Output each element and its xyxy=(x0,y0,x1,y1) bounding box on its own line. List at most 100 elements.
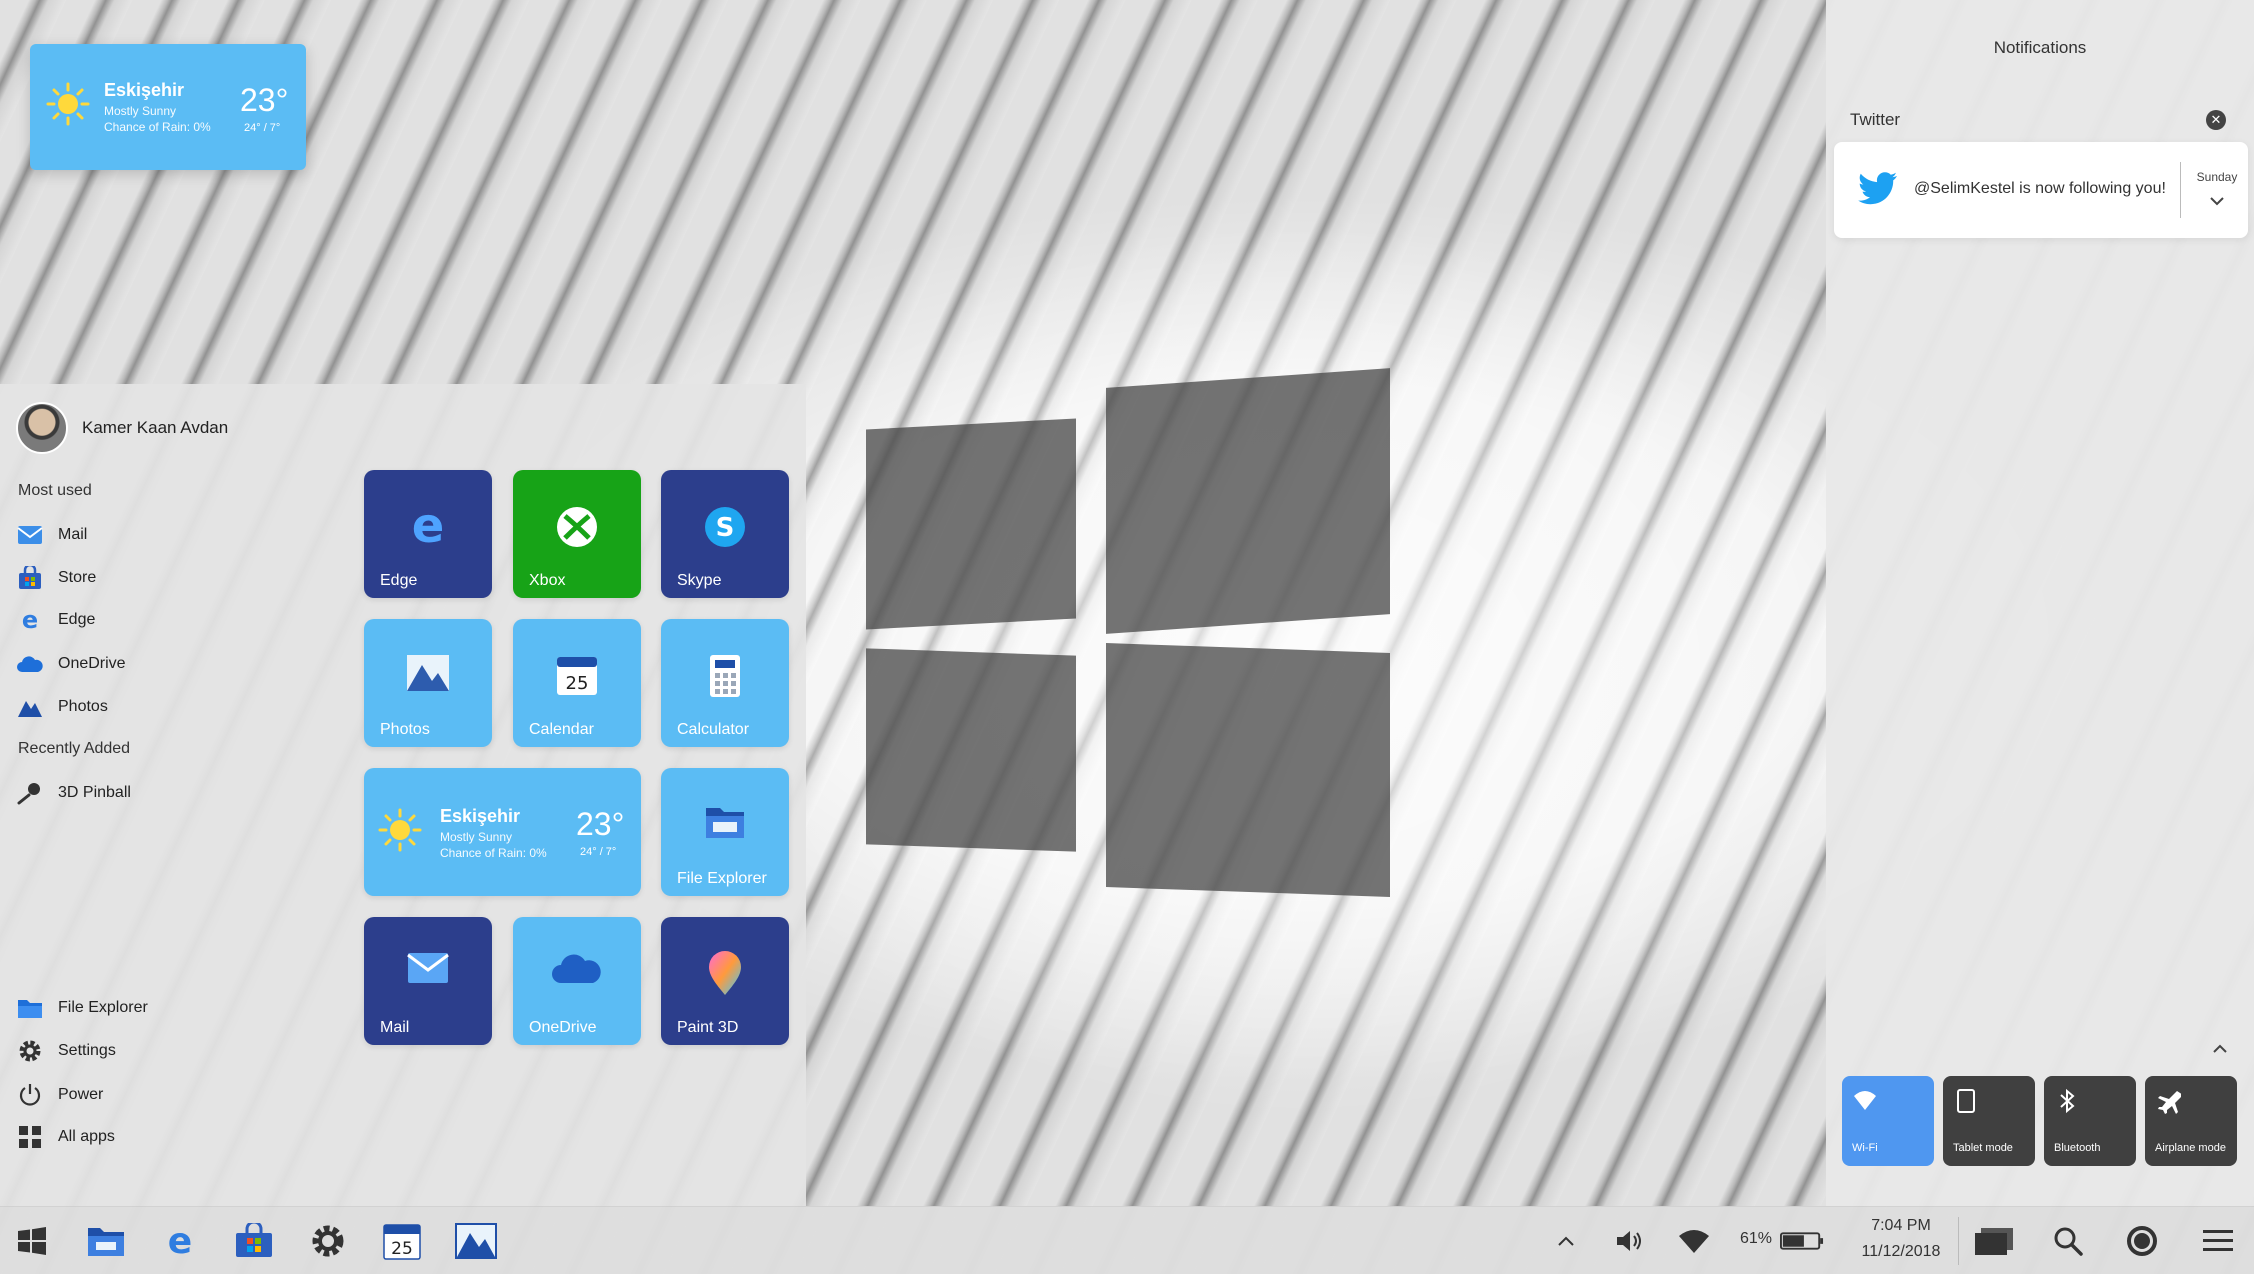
divider xyxy=(1958,1217,1959,1265)
folder-icon xyxy=(88,1228,124,1256)
list-item-photos[interactable]: Photos xyxy=(16,692,316,722)
weather-rain: Chance of Rain: 0% xyxy=(104,120,211,134)
weather-condition: Mostly Sunny xyxy=(104,104,177,118)
tile-label: OneDrive xyxy=(529,1019,597,1036)
chevron-down-icon[interactable] xyxy=(2208,192,2226,210)
onedrive-icon xyxy=(16,651,44,677)
list-item-label: Store xyxy=(58,569,97,586)
notification-text: @SelimKestel is now following you! xyxy=(1914,180,2166,197)
list-item-label: All apps xyxy=(58,1128,115,1145)
list-item-all-apps[interactable]: All apps xyxy=(16,1122,316,1152)
tile-paint-3d[interactable]: Paint 3D xyxy=(661,917,789,1045)
tile-skype[interactable]: S Skype xyxy=(661,470,789,598)
weather-city: Eskişehir xyxy=(440,806,521,826)
gear-icon xyxy=(312,1225,344,1257)
cortana-icon xyxy=(2127,1226,2157,1256)
list-item-label: Photos xyxy=(58,698,108,715)
notification-day: Sunday xyxy=(2196,170,2238,184)
desktop-weather-widget[interactable]: Eskişehir Mostly Sunny Chance of Rain: 0… xyxy=(30,44,306,170)
notification-card[interactable]: @SelimKestel is now following you! Sunda… xyxy=(1834,142,2248,238)
clock-date[interactable]: 11/12/2018 xyxy=(1856,1243,1946,1261)
clock-time[interactable]: 7:04 PM xyxy=(1856,1217,1946,1235)
cortana-button[interactable] xyxy=(2120,1219,2164,1263)
tile-calendar[interactable]: 25 Calendar xyxy=(513,619,641,747)
tile-mail[interactable]: Mail xyxy=(364,917,492,1045)
recently-added-heading: Recently Added xyxy=(18,740,131,757)
close-icon[interactable]: ✕ xyxy=(2206,110,2226,130)
quick-action-airplane-mode[interactable]: Airplane mode xyxy=(2145,1076,2237,1166)
tile-label: Calendar xyxy=(529,721,594,738)
list-item-label: Edge xyxy=(58,611,96,628)
svg-text:S: S xyxy=(716,513,735,543)
list-item-store[interactable]: Store xyxy=(16,563,316,593)
grid-icon xyxy=(16,1124,44,1150)
folder-icon xyxy=(16,995,44,1021)
quick-action-tablet-mode[interactable]: Tablet mode xyxy=(1943,1076,2035,1166)
tile-edge[interactable]: e Edge xyxy=(364,470,492,598)
most-used-heading: Most used xyxy=(18,482,92,499)
tile-xbox[interactable]: Xbox xyxy=(513,470,641,598)
tray-overflow-button[interactable] xyxy=(1544,1219,1588,1263)
taskbar-edge[interactable]: e xyxy=(158,1219,202,1263)
task-view-button[interactable] xyxy=(1972,1219,2016,1263)
divider xyxy=(2180,162,2181,218)
start-menu: Kamer Kaan Avdan Most used Mail Store e … xyxy=(0,384,806,1206)
tile-label: Xbox xyxy=(529,572,566,589)
svg-text:e: e xyxy=(168,1223,192,1259)
mail-icon xyxy=(364,951,492,985)
battery-percentage: 61% xyxy=(1740,1230,1773,1247)
tile-weather[interactable]: Eskişehir Mostly Sunny Chance of Rain: 0… xyxy=(364,768,641,896)
edge-icon: e xyxy=(364,504,492,550)
svg-text:e: e xyxy=(412,504,445,550)
tile-calculator[interactable]: Calculator xyxy=(661,619,789,747)
tile-photos[interactable]: Photos xyxy=(364,619,492,747)
list-item-file-explorer[interactable]: File Explorer xyxy=(16,993,316,1023)
wifi-icon xyxy=(1679,1230,1709,1253)
list-item-mail[interactable]: Mail xyxy=(16,520,316,550)
network-button[interactable] xyxy=(1672,1219,1716,1263)
airplane-icon xyxy=(2158,1091,2181,1114)
svg-text:e: e xyxy=(22,608,38,632)
list-item-label: File Explorer xyxy=(58,999,148,1016)
list-item-onedrive[interactable]: OneDrive xyxy=(16,649,316,679)
taskbar-photos[interactable] xyxy=(454,1219,498,1263)
tile-onedrive[interactable]: OneDrive xyxy=(513,917,641,1045)
taskbar-store[interactable] xyxy=(232,1219,276,1263)
wifi-icon xyxy=(1854,1091,1876,1110)
avatar[interactable] xyxy=(16,402,68,454)
quick-action-bluetooth[interactable]: Bluetooth xyxy=(2044,1076,2136,1166)
hamburger-icon xyxy=(2203,1230,2233,1251)
notifications-panel: Notifications Twitter ✕ @SelimKestel is … xyxy=(1826,0,2254,1206)
tile-label: File Explorer xyxy=(677,870,767,887)
taskbar-settings[interactable] xyxy=(306,1219,350,1263)
taskbar-file-explorer[interactable] xyxy=(84,1219,128,1263)
store-icon xyxy=(16,565,44,591)
battery-button[interactable] xyxy=(1780,1219,1824,1263)
list-item-power[interactable]: Power xyxy=(16,1080,316,1110)
list-item-settings[interactable]: Settings xyxy=(16,1036,316,1066)
photos-icon xyxy=(364,653,492,693)
calendar-icon: 25 xyxy=(383,1224,421,1260)
tile-label: Calculator xyxy=(677,721,750,738)
photos-icon xyxy=(455,1223,497,1259)
search-button[interactable] xyxy=(2046,1219,2090,1263)
volume-button[interactable] xyxy=(1608,1219,1652,1263)
list-item-label: 3D Pinball xyxy=(58,784,131,801)
action-center-button[interactable] xyxy=(2196,1219,2240,1263)
list-item-label: OneDrive xyxy=(58,655,126,672)
list-item-edge[interactable]: e Edge xyxy=(16,605,316,635)
mail-icon xyxy=(16,522,44,548)
search-icon xyxy=(2054,1227,2083,1256)
chevron-up-icon[interactable] xyxy=(2210,1042,2230,1056)
battery-icon xyxy=(1780,1232,1824,1250)
xbox-icon xyxy=(513,504,641,550)
weather-temp: 23° xyxy=(576,806,625,842)
list-item-3d-pinball[interactable]: 3D Pinball xyxy=(16,778,316,808)
start-button[interactable] xyxy=(10,1219,54,1263)
taskbar-calendar[interactable]: 25 xyxy=(380,1219,424,1263)
user-name[interactable]: Kamer Kaan Avdan xyxy=(82,418,228,438)
store-icon xyxy=(236,1223,272,1257)
tile-file-explorer[interactable]: File Explorer xyxy=(661,768,789,896)
onedrive-icon xyxy=(513,951,641,985)
quick-action-wifi[interactable]: Wi-Fi xyxy=(1842,1076,1934,1166)
